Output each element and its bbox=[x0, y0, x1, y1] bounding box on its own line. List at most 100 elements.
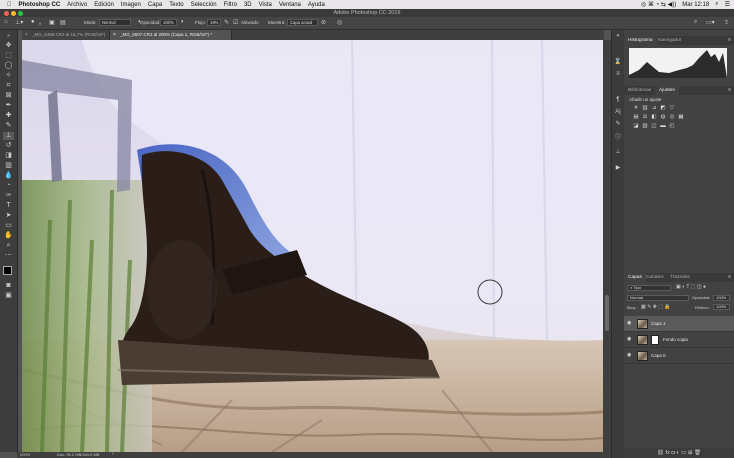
menu-archivo[interactable]: Archivo bbox=[67, 2, 87, 8]
selective-color-icon[interactable]: ◰ bbox=[669, 123, 675, 129]
path-select-tool-icon[interactable]: ➤ bbox=[3, 212, 14, 220]
foreground-color-swatch[interactable] bbox=[3, 266, 12, 275]
eye-icon[interactable]: ◉ bbox=[627, 337, 632, 342]
aligned-checkbox[interactable]: ☑ bbox=[233, 19, 238, 26]
quick-select-tool-icon[interactable]: ✧ bbox=[3, 72, 14, 80]
more-tools-icon[interactable]: ⋯ bbox=[3, 252, 14, 260]
move-tool-icon[interactable]: ✥ bbox=[3, 42, 14, 50]
layer-mask-thumbnail[interactable] bbox=[651, 335, 659, 345]
flow-input[interactable]: 19% bbox=[207, 19, 221, 26]
pressure-size-icon[interactable]: ◑ bbox=[180, 19, 184, 25]
image-canvas[interactable] bbox=[22, 40, 603, 452]
menu-vista[interactable]: Vista bbox=[259, 2, 272, 8]
pen-tool-icon[interactable]: ✑ bbox=[3, 192, 14, 200]
tab-document-1[interactable]: × _MG_6498.CR2 al 16,7% (RGB/16*) bbox=[22, 30, 110, 40]
eye-icon[interactable]: ◉ bbox=[627, 321, 632, 326]
layer-filter-icons[interactable]: ▣ ◐ T ⬚ ◫ ● bbox=[676, 284, 706, 290]
history-panel-icon[interactable]: ⌛ bbox=[614, 58, 622, 66]
menu-texto[interactable]: Texto bbox=[169, 2, 183, 8]
collapse-icon[interactable]: » bbox=[3, 32, 14, 40]
panel-menu-icon[interactable]: ≡ bbox=[728, 36, 731, 45]
search-icon[interactable]: ⌕ bbox=[715, 1, 718, 8]
paragraph-panel-icon[interactable]: ¶ bbox=[614, 96, 622, 104]
layer-name[interactable]: Capa 0 bbox=[651, 353, 666, 358]
menu-app-name[interactable]: Photoshop CC bbox=[19, 2, 61, 8]
exposure-icon[interactable]: ◩ bbox=[660, 105, 666, 111]
tab-channels[interactable]: Canales bbox=[642, 273, 668, 282]
link-layers-icon[interactable]: ⛓ bbox=[657, 450, 666, 456]
layer-name[interactable]: Capa 1 bbox=[651, 321, 666, 326]
layer-row[interactable]: ◉ Fondo copia bbox=[624, 332, 734, 348]
menu-imagen[interactable]: Imagen bbox=[121, 2, 141, 8]
crop-tool-icon[interactable]: ⌗ bbox=[3, 82, 14, 90]
zoom-level[interactable]: 200% bbox=[20, 452, 30, 457]
fill-input[interactable]: 100% bbox=[713, 304, 730, 310]
healing-brush-tool-icon[interactable]: ✚ bbox=[3, 112, 14, 120]
quick-mask-icon[interactable]: ◙ bbox=[3, 282, 14, 290]
new-group-icon[interactable]: ▭ bbox=[681, 450, 688, 456]
tab-libraries[interactable]: Bibliotecas bbox=[624, 86, 655, 95]
gradient-tool-icon[interactable]: ▥ bbox=[3, 162, 14, 170]
share-icon[interactable]: ⇪ bbox=[724, 19, 729, 26]
menu-ayuda[interactable]: Ayuda bbox=[308, 2, 325, 8]
tab-paths[interactable]: Trazados bbox=[666, 273, 694, 282]
photo-filter-icon[interactable]: ◍ bbox=[660, 114, 666, 120]
ignore-adjustment-icon[interactable]: ⊘ bbox=[321, 19, 326, 26]
clone-stamp-tool-icon[interactable]: ⊥ bbox=[3, 132, 14, 140]
menu-edicion[interactable]: Edición bbox=[94, 2, 114, 8]
mode-select[interactable]: Normal bbox=[99, 19, 131, 26]
panel-menu-icon[interactable]: ≡ bbox=[728, 273, 731, 282]
status-icons[interactable]: ◎ ⌘ ◔ ⇆ ◀)) bbox=[641, 1, 676, 8]
pressure-icon[interactable]: ◎ bbox=[337, 19, 342, 26]
tab-adjustments[interactable]: Ajustes bbox=[655, 86, 679, 95]
scroll-thumb[interactable] bbox=[605, 295, 609, 331]
layer-row[interactable]: ◉ Capa 1 bbox=[624, 316, 734, 332]
eraser-tool-icon[interactable]: ◨ bbox=[3, 152, 14, 160]
home-icon[interactable]: ⌂ bbox=[4, 19, 8, 25]
frame-tool-icon[interactable]: ⊠ bbox=[3, 92, 14, 100]
dodge-tool-icon[interactable]: ◔ bbox=[3, 182, 14, 190]
clone-source-panel-icon[interactable]: ⊥ bbox=[614, 148, 622, 156]
close-tab-icon[interactable]: × bbox=[113, 30, 116, 40]
eye-icon[interactable]: ◉ bbox=[627, 353, 632, 358]
brightness-icon[interactable]: ☀ bbox=[633, 105, 639, 111]
invert-icon[interactable]: ◪ bbox=[633, 123, 639, 129]
menu-list-icon[interactable]: ☰ bbox=[725, 1, 730, 8]
layer-filter-select[interactable]: ⌕ Tipo bbox=[627, 285, 671, 291]
search-icon[interactable]: ⌕ bbox=[694, 19, 697, 26]
menu-ventana[interactable]: Ventana bbox=[279, 2, 301, 8]
properties-panel-icon[interactable]: ≡ bbox=[614, 70, 622, 78]
clone-source-icon[interactable]: ▤ bbox=[60, 19, 66, 26]
lasso-tool-icon[interactable]: ◯ bbox=[3, 62, 14, 70]
hand-tool-icon[interactable]: ✋ bbox=[3, 232, 14, 240]
airbrush-icon[interactable]: ✎ bbox=[224, 19, 229, 26]
black-white-icon[interactable]: ◧ bbox=[651, 114, 657, 120]
posterize-icon[interactable]: ▧ bbox=[642, 123, 648, 129]
curves-icon[interactable]: ⊿ bbox=[651, 105, 657, 111]
panel-menu-icon[interactable]: ≡ bbox=[728, 86, 731, 95]
sample-select[interactable]: Capa actual bbox=[287, 19, 318, 26]
layer-opacity-input[interactable]: 100% bbox=[713, 295, 730, 301]
menu-seleccion[interactable]: Selección bbox=[191, 2, 217, 8]
blend-mode-select[interactable]: Normal bbox=[627, 295, 689, 301]
channel-mixer-icon[interactable]: ◎ bbox=[669, 114, 675, 120]
brush-preset-icon[interactable]: ● bbox=[31, 19, 35, 25]
opacity-input[interactable]: 100% bbox=[160, 19, 177, 26]
brush-tool-icon[interactable]: ✎ bbox=[3, 122, 14, 130]
lock-icons[interactable]: ▦ ✎ ✥ ⬚ 🔒 bbox=[641, 304, 671, 310]
vertical-scrollbar[interactable] bbox=[603, 40, 611, 452]
character-panel-icon[interactable]: A| bbox=[614, 108, 622, 116]
brush-settings-icon[interactable]: ▣ bbox=[49, 19, 55, 26]
menubar-clock[interactable]: Mar 12:18 bbox=[682, 2, 709, 8]
blur-tool-icon[interactable]: 💧 bbox=[3, 172, 14, 180]
status-menu-icon[interactable]: › bbox=[112, 451, 114, 457]
close-tab-icon[interactable]: × bbox=[25, 30, 28, 40]
workspace-icon[interactable]: ▭▾ bbox=[706, 19, 715, 26]
brush-panel-icon[interactable]: ✎ bbox=[614, 120, 622, 128]
apple-icon[interactable]:  bbox=[7, 2, 12, 8]
marquee-tool-icon[interactable]: ⬚ bbox=[3, 52, 14, 60]
threshold-icon[interactable]: ◫ bbox=[651, 123, 657, 129]
info-panel-icon[interactable]: ⓘ bbox=[614, 134, 622, 142]
tab-document-2[interactable]: × _MG_6507.CR2 al 200% (Capa 1, RGB/16*)… bbox=[110, 30, 232, 40]
vibrance-icon[interactable]: ▽ bbox=[669, 105, 675, 111]
